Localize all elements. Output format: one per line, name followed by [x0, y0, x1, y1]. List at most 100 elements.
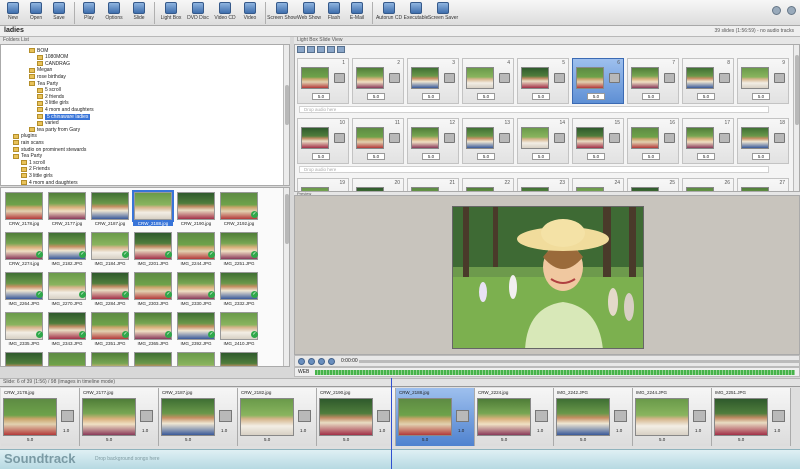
open-button[interactable]: Open	[25, 0, 47, 25]
timeline-slide[interactable]: CRW_2188.jpg 5.0 1.0	[396, 388, 475, 446]
browser-thumbnail[interactable]: ✓ IMG_2182.JPG	[47, 231, 87, 269]
folder-item[interactable]: 4 mom and daughters	[21, 179, 78, 185]
slide-item[interactable]: 11 5.0	[352, 118, 404, 164]
browser-thumbnail[interactable]: CRW_2190.jpg	[176, 191, 216, 229]
video-button[interactable]: Video	[239, 0, 261, 25]
executable-button[interactable]: Executable	[403, 0, 429, 25]
browser-thumbnail[interactable]: CRW_2177.jpg	[47, 191, 87, 229]
slide-item[interactable]: 13 5.0	[462, 118, 514, 164]
slide-button[interactable]: Slide	[128, 0, 150, 25]
tool-rotate-icon[interactable]	[337, 46, 345, 53]
slides-scroll-thumb[interactable]	[795, 55, 799, 125]
slide-item[interactable]: 23	[517, 178, 569, 191]
timeline-slide[interactable]: CRW_2224.jpg 5.0 1.0	[475, 388, 554, 446]
transition-icon[interactable]	[609, 133, 620, 143]
dvd-disc-button[interactable]: DVD Disc	[185, 0, 211, 25]
slide-item[interactable]: 18 5.0	[737, 118, 789, 164]
transition-icon[interactable]	[389, 73, 400, 83]
tool-cut-icon[interactable]	[297, 46, 305, 53]
transition-icon[interactable]	[499, 133, 510, 143]
timeline-slide[interactable]: CRW_2187.jpg 5.0 1.0	[159, 388, 238, 446]
slide-item[interactable]: 17 5.0	[682, 118, 734, 164]
browser-thumbnail[interactable]: ✓ IMG_2365.JPG	[133, 311, 173, 349]
transition-icon[interactable]	[664, 73, 675, 83]
slide-item[interactable]: 20	[352, 178, 404, 191]
slide-item[interactable]: 8 5.0	[682, 58, 734, 104]
transition-icon[interactable]	[499, 73, 510, 83]
transition-icon[interactable]	[609, 73, 620, 83]
transition-icon[interactable]	[298, 410, 311, 422]
slide-item[interactable]: 24	[572, 178, 624, 191]
audio-drop-line[interactable]: Drop audio here	[299, 106, 769, 113]
timeline-slide[interactable]: CRW_2178.jpg 5.0 1.0	[1, 388, 80, 446]
soundtrack-lane[interactable]: Soundtrack Drop background songs here	[0, 449, 800, 469]
browser-scrollbar[interactable]	[283, 188, 289, 366]
flash-button[interactable]: Flash	[323, 0, 345, 25]
transition-icon[interactable]	[334, 133, 345, 143]
slide-item[interactable]: 2 5.0	[352, 58, 404, 104]
slide-item[interactable]: 14 5.0	[517, 118, 569, 164]
slide-item[interactable]: 3 5.0	[407, 58, 459, 104]
autorun-cd-button[interactable]: Autorun CD	[376, 0, 402, 25]
browser-thumbnail[interactable]: ✓ IMG_2351.JPG	[90, 311, 130, 349]
folder-scroll-thumb[interactable]	[285, 85, 289, 125]
prev-button[interactable]	[298, 358, 305, 365]
new-button[interactable]: New	[2, 0, 24, 25]
transition-icon[interactable]	[719, 133, 730, 143]
options-button[interactable]: Options	[101, 0, 127, 25]
e-mail-button[interactable]: E-Mail	[346, 0, 368, 25]
save-button[interactable]: Save	[48, 0, 70, 25]
browser-thumbnail[interactable]: ✓IMG_2420.JPG	[90, 351, 130, 366]
transition-icon[interactable]	[389, 133, 400, 143]
timeline-slide[interactable]: IMG_2242.JPG 5.0 1.0	[554, 388, 633, 446]
slide-item[interactable]: 16 5.0	[627, 118, 679, 164]
transition-icon[interactable]	[334, 73, 345, 83]
audio-drop-line[interactable]: Drop audio here	[299, 166, 769, 173]
browser-thumbnail[interactable]: ✓ IMG_2392.JPG	[176, 311, 216, 349]
browser-scroll-thumb[interactable]	[285, 194, 289, 244]
transition-icon[interactable]	[774, 133, 785, 143]
stop-button[interactable]	[318, 358, 325, 365]
help-icon[interactable]	[772, 6, 781, 15]
browser-thumbnail[interactable]: ✓ IMG_2284.JPG	[90, 271, 130, 309]
browser-thumbnail[interactable]: ✓ CRW_2274.jpg	[4, 231, 44, 269]
browser-thumbnail[interactable]: ✓ IMG_2330.JPG	[176, 271, 216, 309]
transition-icon[interactable]	[554, 73, 565, 83]
transition-icon[interactable]	[693, 410, 706, 422]
browser-thumbnail[interactable]: ✓ IMG_2184.JPG	[90, 231, 130, 269]
slide-item[interactable]: 25	[627, 178, 679, 191]
transition-icon[interactable]	[377, 410, 390, 422]
browser-thumbnail[interactable]: ✓ IMG_2343.JPG	[47, 311, 87, 349]
slide-item[interactable]: 10 5.0	[297, 118, 349, 164]
slide-item[interactable]: 7 5.0	[627, 58, 679, 104]
browser-thumbnail[interactable]: ✓ IMG_2332.JPG	[219, 271, 259, 309]
transition-icon[interactable]	[535, 410, 548, 422]
browser-thumbnail[interactable]: ✓IMG_2415.JPG	[47, 351, 87, 366]
slide-item[interactable]: 26	[682, 178, 734, 191]
transition-icon[interactable]	[772, 410, 785, 422]
tool-delete-icon[interactable]	[327, 46, 335, 53]
slide-item[interactable]: 6 5.0	[572, 58, 624, 104]
timeline-slide[interactable]: CRW_2182.jpg 5.0 1.0	[238, 388, 317, 446]
browser-thumbnail[interactable]: ✓ IMG_2251.JPG	[219, 231, 259, 269]
timeline-slide[interactable]: IMG_2244.JPG 5.0 1.0	[633, 388, 712, 446]
browser-thumbnail[interactable]: ✓IMG_2411.JPG	[4, 351, 44, 366]
play-button[interactable]	[308, 358, 315, 365]
slide-item[interactable]: 1 5.0	[297, 58, 349, 104]
slide-item[interactable]: 21	[407, 178, 459, 191]
transition-icon[interactable]	[719, 73, 730, 83]
waveform[interactable]	[315, 370, 795, 375]
browser-thumbnail[interactable]: ✓ CRW_2192.jpg	[219, 191, 259, 229]
slide-item[interactable]: 19	[297, 178, 349, 191]
transition-icon[interactable]	[664, 133, 675, 143]
browser-thumbnail[interactable]: ✓IMG_2436.JPG	[133, 351, 173, 366]
video-cd-button[interactable]: Video CD	[212, 0, 238, 25]
browser-thumbnail[interactable]: ✓ IMG_2335.JPG	[4, 311, 44, 349]
playback-slider[interactable]	[359, 360, 799, 363]
transition-icon[interactable]	[140, 410, 153, 422]
screen-show-button[interactable]: Screen Show	[267, 0, 297, 25]
light-box-button[interactable]: Light Box	[158, 0, 184, 25]
slide-item[interactable]: 22	[462, 178, 514, 191]
transition-icon[interactable]	[554, 133, 565, 143]
play-button[interactable]: Play	[78, 0, 100, 25]
